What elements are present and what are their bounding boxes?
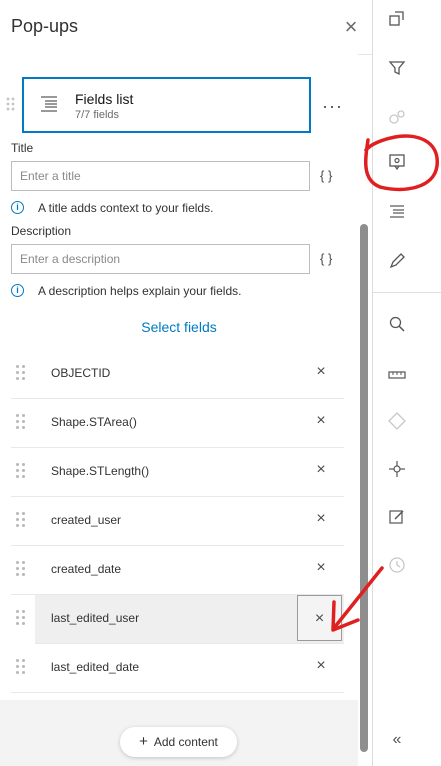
drag-handle-icon[interactable] <box>16 659 26 675</box>
more-options-icon[interactable]: ··· <box>322 96 343 117</box>
directions-icon <box>385 412 409 436</box>
rail-divider <box>373 292 441 293</box>
field-row[interactable]: created_date × <box>11 546 344 595</box>
field-name: last_edited_user <box>51 611 140 625</box>
info-icon: i <box>11 284 24 297</box>
search-icon[interactable] <box>385 315 409 339</box>
list-icon <box>38 93 60 115</box>
field-name: created_date <box>51 562 122 576</box>
collapse-icon[interactable]: « <box>385 731 409 755</box>
field-row[interactable]: created_user × <box>11 497 344 546</box>
field-name: Shape.STLength() <box>51 464 150 478</box>
drag-handle-icon[interactable] <box>16 561 26 577</box>
settings-rail: « <box>373 0 441 766</box>
drag-handle-icon[interactable] <box>16 512 26 528</box>
popups-icon[interactable] <box>385 153 409 177</box>
drag-handle-icon[interactable] <box>16 610 26 626</box>
fields-list-card[interactable]: Fields list 7/7 fields <box>22 77 311 133</box>
styles-icon[interactable] <box>385 252 409 276</box>
field-row[interactable]: last_edited_date × <box>11 644 344 693</box>
scrolled-content-edge <box>0 54 358 76</box>
panel-title: Pop-ups <box>11 16 79 36</box>
card-subtitle: 7/7 fields <box>75 109 120 121</box>
scrollbar[interactable] <box>360 224 368 752</box>
title-input[interactable] <box>12 162 308 190</box>
remove-field-icon[interactable]: × <box>311 558 331 578</box>
title-field <box>11 161 310 191</box>
title-label: Title <box>11 141 34 155</box>
remove-field-icon[interactable]: × <box>311 411 331 431</box>
field-name: OBJECTID <box>51 366 111 380</box>
remove-field-icon[interactable]: × <box>297 595 342 641</box>
layer-properties-icon[interactable] <box>385 10 409 34</box>
add-content-label: Add content <box>153 735 218 749</box>
description-input[interactable] <box>12 245 308 273</box>
description-expression-button[interactable]: { } <box>320 251 332 266</box>
popups-panel: Pop-ups × Fields list 7/7 fields ··· Tit… <box>0 0 373 766</box>
time-icon <box>385 556 409 580</box>
fields-icon[interactable] <box>385 203 409 227</box>
field-name: last_edited_date <box>51 660 140 674</box>
panel-header: Pop-ups × <box>0 0 372 55</box>
remove-field-icon[interactable]: × <box>311 656 331 676</box>
drag-handle-icon[interactable] <box>16 414 26 430</box>
info-icon: i <box>11 201 24 214</box>
field-name: created_user <box>51 513 122 527</box>
field-name: Shape.STArea() <box>51 415 137 429</box>
description-label: Description <box>11 224 72 238</box>
description-field <box>11 244 310 274</box>
field-row[interactable]: OBJECTID × <box>11 350 344 399</box>
title-hint: A title adds context to your fields. <box>38 201 214 215</box>
close-icon[interactable]: × <box>340 16 362 38</box>
remove-field-icon[interactable]: × <box>311 509 331 529</box>
drag-handle-icon[interactable] <box>16 463 26 479</box>
field-row[interactable]: Shape.STLength() × <box>11 448 344 497</box>
card-drag-handle-icon[interactable] <box>6 96 16 112</box>
filter-icon[interactable] <box>385 59 409 83</box>
location-icon[interactable] <box>385 460 409 484</box>
drag-handle-icon[interactable] <box>16 365 26 381</box>
card-title: Fields list <box>75 91 134 107</box>
cluster-icon <box>385 108 409 132</box>
measure-icon[interactable] <box>385 364 409 388</box>
remove-field-icon[interactable]: × <box>311 362 331 382</box>
description-hint: A description helps explain your fields. <box>38 284 242 298</box>
add-content-button[interactable]: + Add content <box>120 727 237 757</box>
sketch-icon[interactable] <box>385 508 409 532</box>
select-fields-link[interactable]: Select fields <box>0 319 358 335</box>
remove-field-icon[interactable]: × <box>311 460 331 480</box>
plus-icon: + <box>139 733 148 750</box>
title-expression-button[interactable]: { } <box>320 168 332 183</box>
field-row-active[interactable]: last_edited_user × <box>16 595 344 644</box>
field-row[interactable]: Shape.STArea() × <box>11 399 344 448</box>
